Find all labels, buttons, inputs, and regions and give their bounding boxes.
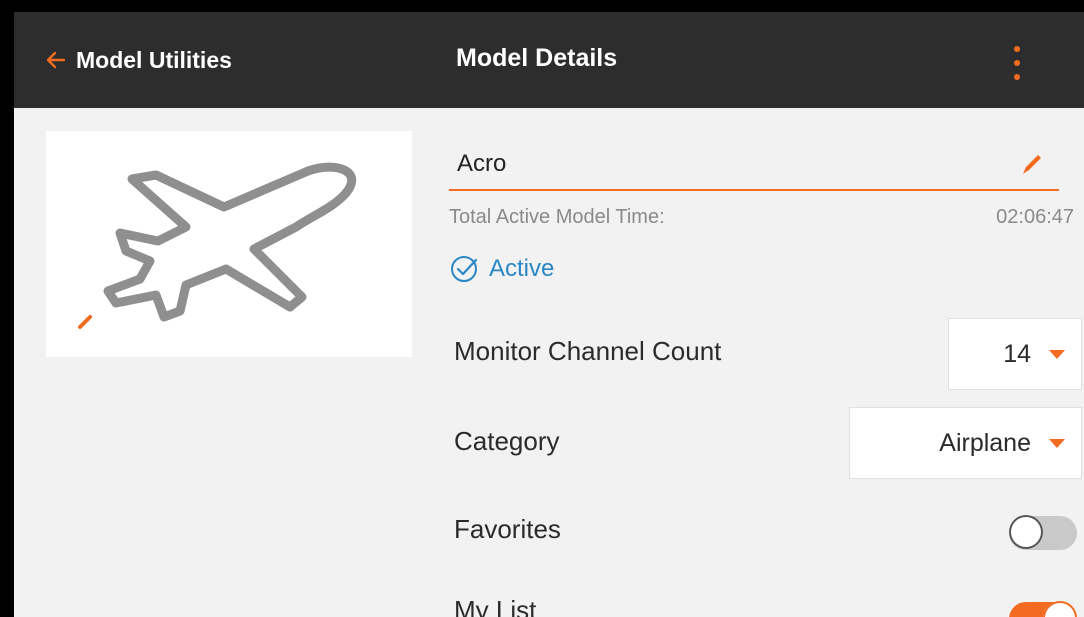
my-list-label: My List: [454, 595, 537, 617]
model-name-value: Acro: [457, 150, 507, 177]
category-value: Airplane: [939, 428, 1031, 457]
back-label: Model Utilities: [76, 46, 232, 73]
airplane-icon: [78, 162, 357, 329]
channel-count-value: 14: [1003, 339, 1031, 368]
content: Acro Total Active Model Time: 02:06:47 A…: [14, 108, 1084, 617]
model-time-label: Total Active Model Time:: [449, 206, 665, 228]
model-time-value: 02:06:47: [996, 206, 1074, 228]
dropdown-caret-icon: [1049, 438, 1065, 448]
back-button[interactable]: Model Utilities: [46, 42, 232, 78]
toggle-knob: [1043, 601, 1077, 617]
channel-count-label: Monitor Channel Count: [454, 336, 722, 366]
active-checkbox[interactable]: Active: [449, 254, 554, 284]
overflow-menu-icon[interactable]: [1006, 44, 1028, 84]
app-header: Model Utilities Model Details: [14, 12, 1084, 108]
my-list-toggle[interactable]: [1009, 601, 1077, 617]
dropdown-caret-icon: [1049, 349, 1065, 359]
model-name-field[interactable]: Acro: [449, 144, 1059, 191]
check-circle-icon: [451, 256, 478, 282]
channel-count-dropdown[interactable]: 14: [948, 318, 1082, 390]
favorites-label: Favorites: [454, 514, 561, 544]
favorites-toggle[interactable]: [1009, 515, 1077, 550]
back-arrow-icon: [46, 51, 66, 69]
model-image[interactable]: [46, 131, 412, 357]
category-dropdown[interactable]: Airplane: [849, 407, 1082, 479]
active-label: Active: [489, 255, 555, 282]
screen: Model Utilities Model Details Acro Total…: [14, 12, 1084, 617]
category-label: Category: [454, 426, 560, 456]
device-frame: Model Utilities Model Details Acro Total…: [0, 0, 1084, 617]
details-panel: Acro Total Active Model Time: 02:06:47 A…: [439, 108, 1084, 617]
page-title: Model Details: [456, 44, 618, 72]
model-time-row: Total Active Model Time: 02:06:47: [449, 206, 1074, 229]
toggle-knob: [1009, 515, 1043, 549]
edit-pencil-icon[interactable]: [1017, 150, 1045, 178]
